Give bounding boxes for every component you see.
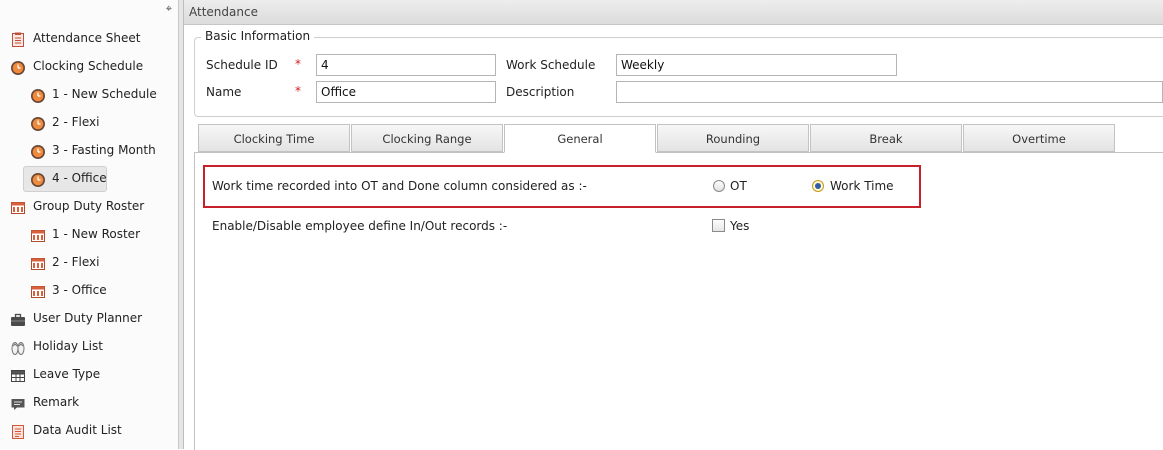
ot-question-label: Work time recorded into OT and Done colu… (212, 179, 587, 193)
tab-general[interactable]: General (504, 124, 656, 153)
schedule-id-field[interactable]: 4 (316, 54, 496, 76)
main-panel: Attendance Basic Information Schedule ID… (184, 0, 1163, 450)
audit-list-icon (10, 422, 26, 439)
work-time-radio-label[interactable]: Work Time (830, 179, 894, 193)
sidebar-item-2-flexi[interactable]: 2 - Flexi (0, 248, 178, 276)
schedule-id-required-mark: * (295, 57, 301, 71)
clock-icon (10, 58, 26, 75)
sidebar-item-label: 4 - Office (52, 171, 107, 185)
yes-checkbox-label[interactable]: Yes (730, 219, 749, 233)
work-schedule-label: Work Schedule (506, 58, 596, 72)
roster-icon (30, 254, 46, 270)
sidebar-item-user-duty-planner[interactable]: User Duty Planner (0, 304, 178, 332)
sidebar-item-3-fasting-month[interactable]: 3 - Fasting Month (0, 136, 178, 164)
sidebar-item-label: User Duty Planner (33, 311, 143, 325)
sidebar-item-label: Group Duty Roster (33, 199, 145, 213)
sidebar-item-4-office[interactable]: 4 - Office (0, 164, 178, 192)
sidebar-item-label: 2 - Flexi (52, 115, 100, 129)
clock-icon (30, 142, 46, 159)
sidebar-item-label: Clocking Schedule (33, 59, 144, 73)
tab-overtime[interactable]: Overtime (963, 124, 1115, 152)
description-field[interactable] (616, 81, 1163, 103)
name-label: Name (206, 85, 242, 99)
sidebar-item-label: Attendance Sheet (33, 31, 141, 45)
basic-information-group (194, 37, 1163, 117)
tab-break[interactable]: Break (810, 124, 962, 152)
name-required-mark: * (295, 84, 301, 98)
tab-clocking-time[interactable]: Clocking Time (198, 124, 350, 152)
enable-define-records-label: Enable/Disable employee define In/Out re… (212, 219, 508, 233)
briefcase-icon (10, 310, 26, 326)
sidebar-item-leave-type[interactable]: Leave Type (0, 360, 178, 388)
sidebar-item-1-new-schedule[interactable]: 1 - New Schedule (0, 80, 178, 108)
name-field[interactable]: Office (316, 81, 496, 103)
roster-icon (10, 198, 26, 214)
clock-icon (30, 86, 46, 103)
clock-icon (30, 170, 46, 187)
work-time-radio[interactable] (812, 180, 824, 192)
pin-icon[interactable]: ⌖ (166, 2, 172, 16)
comment-icon (10, 394, 26, 410)
sandals-icon (10, 338, 26, 355)
sidebar-item-holiday-list[interactable]: Holiday List (0, 332, 178, 360)
tab-rounding[interactable]: Rounding (657, 124, 809, 152)
panel-header: Attendance (184, 0, 1163, 25)
work-schedule-field[interactable]: Weekly (616, 54, 897, 76)
sidebar-item-3-office[interactable]: 3 - Office (0, 276, 178, 304)
sidebar-item-label: Holiday List (33, 339, 103, 353)
ot-radio[interactable] (713, 180, 725, 192)
description-label: Description (506, 85, 575, 99)
sidebar-item-clocking-schedule[interactable]: Clocking Schedule (0, 52, 178, 80)
sidebar-item-label: 1 - New Roster (52, 227, 140, 241)
basic-information-legend: Basic Information (201, 29, 315, 43)
yes-checkbox[interactable] (712, 219, 725, 232)
sidebar-item-label: Remark (33, 395, 80, 409)
sidebar-item-2-flexi[interactable]: 2 - Flexi (0, 108, 178, 136)
sidebar-item-label: 3 - Office (52, 283, 107, 297)
sidebar-item-label: 2 - Flexi (52, 255, 100, 269)
ot-radio-label[interactable]: OT (730, 179, 747, 193)
sidebar-item-group-duty-roster[interactable]: Group Duty Roster (0, 192, 178, 220)
sidebar-item-1-new-roster[interactable]: 1 - New Roster (0, 220, 178, 248)
sidebar-item-label: 3 - Fasting Month (52, 143, 156, 157)
sidebar-item-data-audit-list[interactable]: Data Audit List (0, 416, 178, 444)
schedule-id-label: Schedule ID (206, 58, 278, 72)
sidebar-item-label: Leave Type (33, 367, 101, 381)
navigation-sidebar: ⌖ Attendance Sheet Clocking Schedule 1 - N… (0, 0, 179, 449)
tab-clocking-range[interactable]: Clocking Range (351, 124, 503, 152)
roster-icon (30, 226, 46, 242)
sidebar-item-label: 1 - New Schedule (52, 87, 157, 101)
sidebar-item-remark[interactable]: Remark (0, 388, 178, 416)
navigation-tree: Attendance Sheet Clocking Schedule 1 - New… (0, 24, 178, 444)
clock-icon (30, 114, 46, 131)
sidebar-item-label: Data Audit List (33, 423, 122, 437)
attendance-sheet-icon (10, 30, 26, 47)
panel-title: Attendance (189, 5, 258, 19)
roster-icon (30, 282, 46, 298)
sidebar-item-attendance-sheet[interactable]: Attendance Sheet (0, 24, 178, 52)
grid-table-icon (10, 366, 26, 382)
